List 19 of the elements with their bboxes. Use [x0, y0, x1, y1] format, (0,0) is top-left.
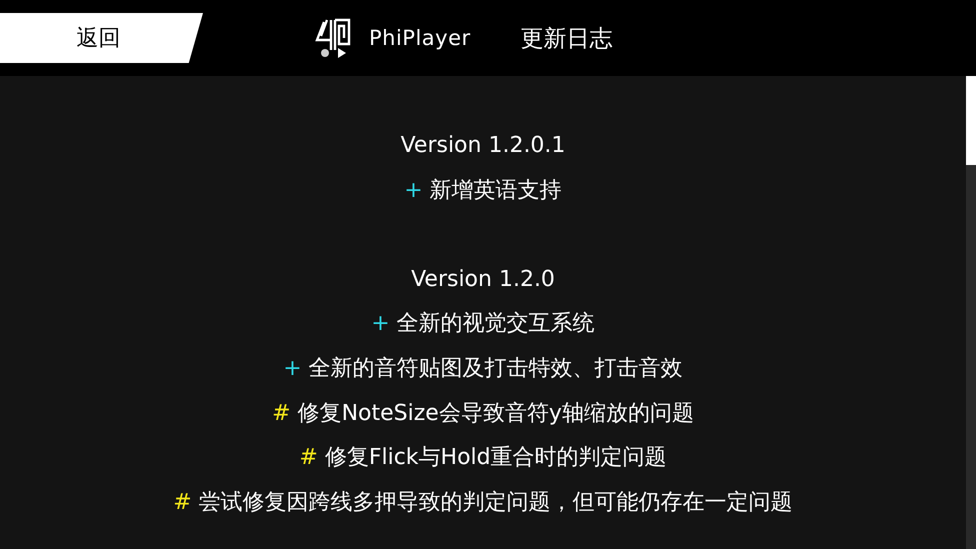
add-mark: + [371, 310, 390, 338]
app-name: PhiPlayer [369, 26, 471, 50]
add-mark: + [283, 354, 302, 383]
scrollbar-thumb[interactable] [966, 76, 976, 165]
fix-mark: # [173, 488, 192, 517]
add-mark: + [404, 176, 423, 205]
change-entry: 全新的音符贴图及打击特效、打击音效 [308, 354, 683, 383]
fix-mark: # [272, 400, 291, 428]
version-heading: Version 1.2.0 [411, 266, 555, 294]
change-entry: 全新的视觉交互系统 [396, 310, 595, 338]
change-entry: 尝试修复因跨线多押导致的判定问题，但可能仍存在一定问题 [198, 488, 793, 517]
fix-mark: # [299, 444, 318, 472]
version-heading: Version 1.2.0.1 [400, 132, 566, 160]
change-entry: 修复Flick与Hold重合时的判定问题 [324, 444, 667, 472]
page-title: 更新日志 [520, 24, 613, 54]
logo-icon [315, 16, 353, 60]
back-button[interactable]: 返回 [0, 13, 203, 63]
change-entry: 新增英语支持 [430, 176, 562, 205]
change-entry: 修复NoteSize会导致音符y轴缩放的问题 [298, 400, 694, 428]
